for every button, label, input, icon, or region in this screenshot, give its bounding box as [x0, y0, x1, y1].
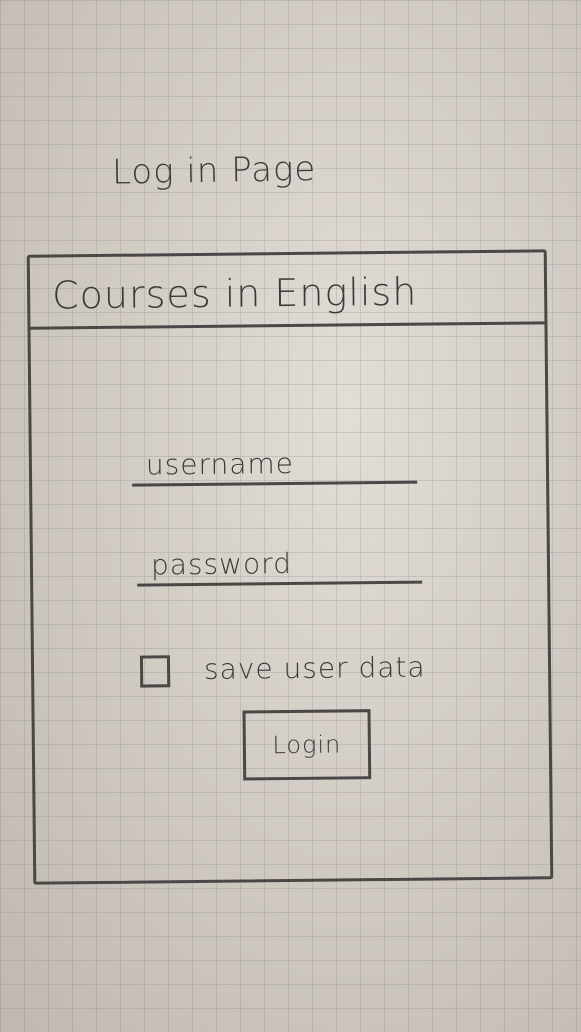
username-placeholder: username [145, 446, 295, 482]
login-button-label: Login [272, 730, 342, 760]
app-title: Courses in English [51, 269, 418, 318]
save-user-data-row: save user data [138, 648, 518, 692]
password-field[interactable]: password [136, 543, 423, 587]
save-user-data-label: save user data [203, 650, 426, 686]
password-placeholder: password [150, 546, 293, 582]
username-field[interactable]: username [131, 443, 418, 487]
login-button[interactable]: Login [242, 709, 372, 781]
page-heading: Log in Page [111, 149, 317, 193]
save-user-data-checkbox[interactable] [139, 655, 171, 688]
login-window: Courses in English username password sav… [26, 249, 554, 885]
window-header: Courses in English [29, 252, 545, 330]
